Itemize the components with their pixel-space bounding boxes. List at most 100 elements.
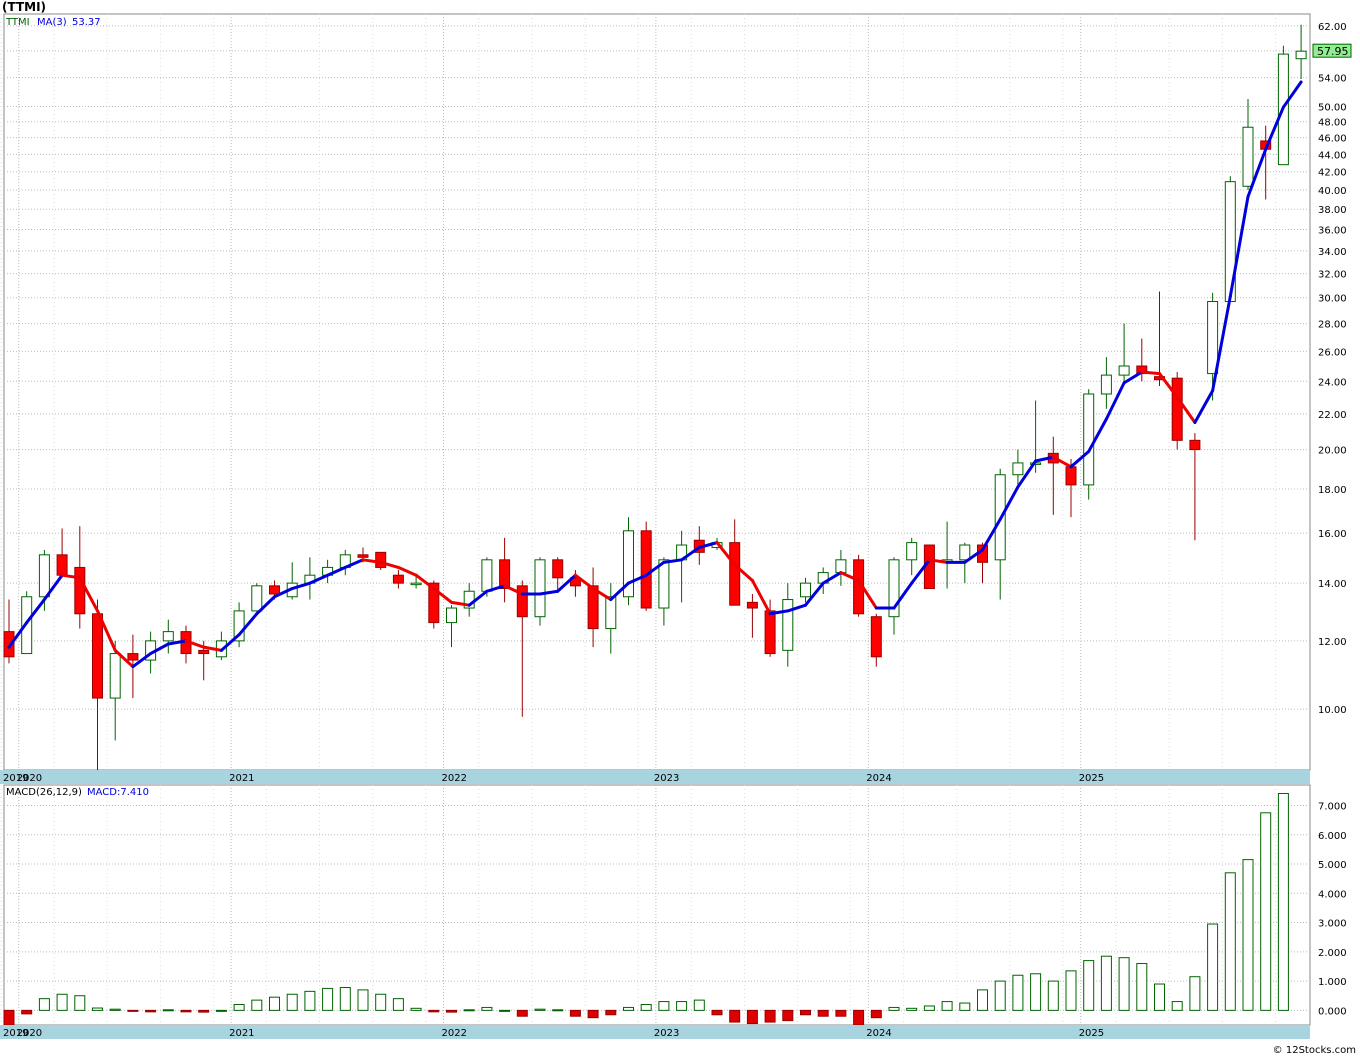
candle-body [906, 542, 918, 561]
candle-body [446, 607, 457, 624]
x-tick-label-2024: 2024 [866, 1028, 891, 1039]
price-y-tick-label: 30.00 [1318, 294, 1347, 305]
macd-bar [994, 980, 1006, 1011]
macd-bar [74, 995, 86, 1011]
ma-label: MA(3) [37, 17, 67, 28]
candle-body [1065, 466, 1077, 486]
macd-value: MACD:7.410 [87, 787, 149, 798]
price-y-tick-label: 32.00 [1318, 270, 1347, 281]
candle-body [269, 585, 280, 595]
candle-body [959, 544, 971, 561]
ma-value: 53.37 [72, 17, 101, 28]
candle-body [392, 574, 404, 584]
macd-bar [1083, 960, 1095, 1011]
macd-bar [746, 1009, 758, 1025]
candle-body [552, 559, 564, 579]
price-y-tick-label: 42.00 [1318, 168, 1347, 179]
candle-body [92, 613, 103, 699]
macd-bar [605, 1009, 617, 1016]
macd-bar [800, 1009, 811, 1016]
macd-bar [145, 1009, 157, 1013]
macd-bar [1100, 955, 1112, 1011]
macd-bar [817, 1009, 829, 1017]
macd-bar [764, 1009, 776, 1023]
candle-body [835, 559, 847, 574]
price-y-tick-label: 26.00 [1318, 347, 1347, 358]
macd-bar [463, 1009, 475, 1012]
macd-bar [56, 993, 68, 1011]
candle-body [375, 551, 387, 568]
candle-body [109, 653, 121, 699]
macd-bar [888, 1006, 900, 1011]
macd-bar [38, 998, 50, 1011]
candle-body [1295, 50, 1307, 60]
price-panel: 10.00 12.00 14.00 16.00 18.00 20.00 22.00 24.00… [0, 13, 1352, 784]
macd-bar [959, 1002, 971, 1011]
macd-bar [658, 1001, 670, 1011]
x-tick-label-2021: 2021 [229, 1028, 254, 1039]
macd-y-tick-label: 0.000 [1318, 1006, 1347, 1017]
macd-y-tick-label: 3.000 [1318, 919, 1347, 930]
candle-body [800, 582, 811, 598]
macd-bar [304, 990, 316, 1011]
price-y-tick-label: 28.00 [1318, 320, 1347, 331]
macd-bar [1154, 983, 1165, 1011]
macd-bar [1171, 1001, 1183, 1011]
candle-body [1012, 462, 1024, 476]
candle-body [764, 610, 776, 655]
price-y-tick-label: 20.00 [1318, 446, 1347, 457]
candle-body [605, 596, 617, 630]
macd-bar [977, 989, 988, 1011]
candle-body [516, 585, 528, 618]
macd-bar [251, 999, 263, 1011]
candle [1171, 372, 1183, 450]
price-y-tick-label: 18.00 [1318, 485, 1347, 496]
x-tick-label-2024: 2024 [866, 773, 891, 784]
macd-bar [516, 1009, 528, 1017]
macd-y-tick-label: 4.000 [1318, 889, 1347, 900]
macd-bar [640, 1004, 652, 1011]
candle-body [658, 559, 670, 609]
candle-body [251, 585, 263, 612]
macd-bar [1136, 963, 1148, 1011]
symbol-label: TTMI [5, 17, 30, 28]
price-y-tick-label: 10.00 [1318, 705, 1347, 716]
candle-body [534, 559, 546, 618]
macd-bar [906, 1007, 918, 1011]
x-tick-label-2022: 2022 [442, 1028, 467, 1039]
candle-body [1171, 377, 1183, 441]
price-y-tick-label: 54.00 [1318, 74, 1347, 85]
macd-bar [392, 998, 404, 1011]
candle-body [729, 542, 741, 606]
macd-bar [499, 1009, 511, 1012]
macd-bar [269, 996, 280, 1011]
x-tick-label-2025: 2025 [1079, 773, 1104, 784]
macd-bar [428, 1009, 440, 1013]
macd-y-tick-label: 1.000 [1318, 977, 1347, 988]
macd-bar [941, 1001, 953, 1011]
macd-bar [534, 1008, 546, 1011]
macd-panel: 0.000 1.000 2.000 3.000 4.000 5.000 6.000 7.000… [0, 784, 1347, 1026]
macd-bar [215, 1009, 227, 1012]
macd-bar [109, 1008, 121, 1011]
macd-bar [233, 1004, 245, 1011]
x-tick-label-2022: 2022 [442, 773, 467, 784]
x-tick-label-2020: 2020 [17, 773, 42, 784]
macd-bar [1012, 974, 1024, 1011]
candle-body [74, 566, 86, 615]
macd-bar [481, 1006, 493, 1011]
price-y-tick-label: 50.00 [1318, 102, 1347, 113]
macd-bar [21, 1009, 33, 1015]
macd-y-tick-label: 2.000 [1318, 948, 1347, 959]
candle-body [162, 631, 174, 642]
candle-body [1118, 365, 1130, 376]
candle-body [1100, 374, 1112, 395]
macd-bar [587, 1009, 599, 1019]
macd-y-axis: 0.000 1.000 2.000 3.000 4.000 5.000 6.000 7.000 [1318, 801, 1347, 1017]
macd-bar [676, 1001, 688, 1011]
macd-bar [180, 1009, 192, 1013]
price-y-tick-label: 38.00 [1318, 205, 1347, 216]
macd-bar [1207, 923, 1219, 1011]
macd-bar [552, 1009, 564, 1012]
macd-bar [623, 1006, 634, 1011]
